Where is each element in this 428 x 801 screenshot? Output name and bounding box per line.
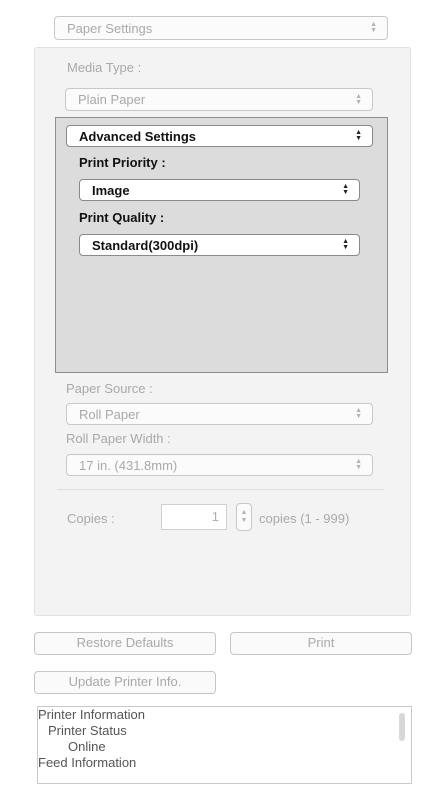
list-item[interactable]: Printer Information	[38, 707, 411, 723]
updown-arrows-icon: ▲ ▼	[355, 407, 362, 420]
copies-input[interactable]: 1	[161, 504, 227, 530]
paper-settings-value: Paper Settings	[67, 20, 153, 36]
media-type-popup[interactable]: Plain Paper ▲ ▼	[65, 88, 373, 111]
divider	[57, 489, 384, 490]
updown-arrows-icon: ▲ ▼	[355, 129, 362, 142]
media-type-value: Plain Paper	[78, 92, 146, 107]
paper-source-value: Roll Paper	[79, 406, 140, 422]
print-quality-value: Standard(300dpi)	[92, 237, 199, 253]
printer-info-list[interactable]: Printer Information Printer Status Onlin…	[37, 706, 412, 784]
print-priority-value: Image	[92, 182, 130, 198]
roll-paper-width-label: Roll Paper Width :	[66, 431, 171, 446]
updown-arrows-icon: ▲ ▼	[355, 458, 362, 471]
roll-paper-width-popup[interactable]: 17 in. (431.8mm) ▲ ▼	[66, 454, 373, 476]
print-button[interactable]: Print	[230, 632, 412, 655]
updown-arrows-icon: ▲ ▼	[370, 21, 377, 34]
updown-arrows-icon: ▲ ▼	[355, 92, 362, 106]
print-priority-label: Print Priority :	[79, 155, 166, 170]
chevron-up-icon: ▲	[240, 509, 248, 516]
copies-range-label: copies (1 - 999)	[259, 511, 350, 526]
print-quality-label: Print Quality :	[79, 210, 165, 225]
chevron-down-icon: ▼	[240, 517, 248, 524]
copies-stepper[interactable]: ▲ ▼	[236, 503, 252, 531]
updown-arrows-icon: ▲ ▼	[342, 238, 349, 251]
list-item[interactable]: Printer Status	[38, 723, 411, 739]
media-type-label: Media Type :	[67, 60, 142, 75]
paper-source-label: Paper Source :	[66, 381, 153, 396]
advanced-settings-popup[interactable]: Advanced Settings ▲ ▼	[66, 125, 373, 147]
scrollbar-thumb[interactable]	[399, 713, 405, 741]
restore-defaults-button[interactable]: Restore Defaults	[34, 632, 216, 655]
paper-source-popup[interactable]: Roll Paper ▲ ▼	[66, 403, 373, 425]
roll-paper-width-value: 17 in. (431.8mm)	[79, 457, 178, 473]
print-quality-popup[interactable]: Standard(300dpi) ▲ ▼	[79, 234, 360, 256]
list-item[interactable]: Feed Information	[38, 755, 411, 771]
paper-settings-popup[interactable]: Paper Settings ▲ ▼	[54, 16, 388, 40]
print-priority-popup[interactable]: Image ▲ ▼	[79, 179, 360, 201]
advanced-settings-title: Advanced Settings	[79, 128, 197, 144]
update-printer-info-button[interactable]: Update Printer Info.	[34, 671, 216, 694]
list-item[interactable]: Online	[38, 739, 411, 755]
copies-label: Copies :	[67, 511, 115, 526]
updown-arrows-icon: ▲ ▼	[342, 183, 349, 196]
